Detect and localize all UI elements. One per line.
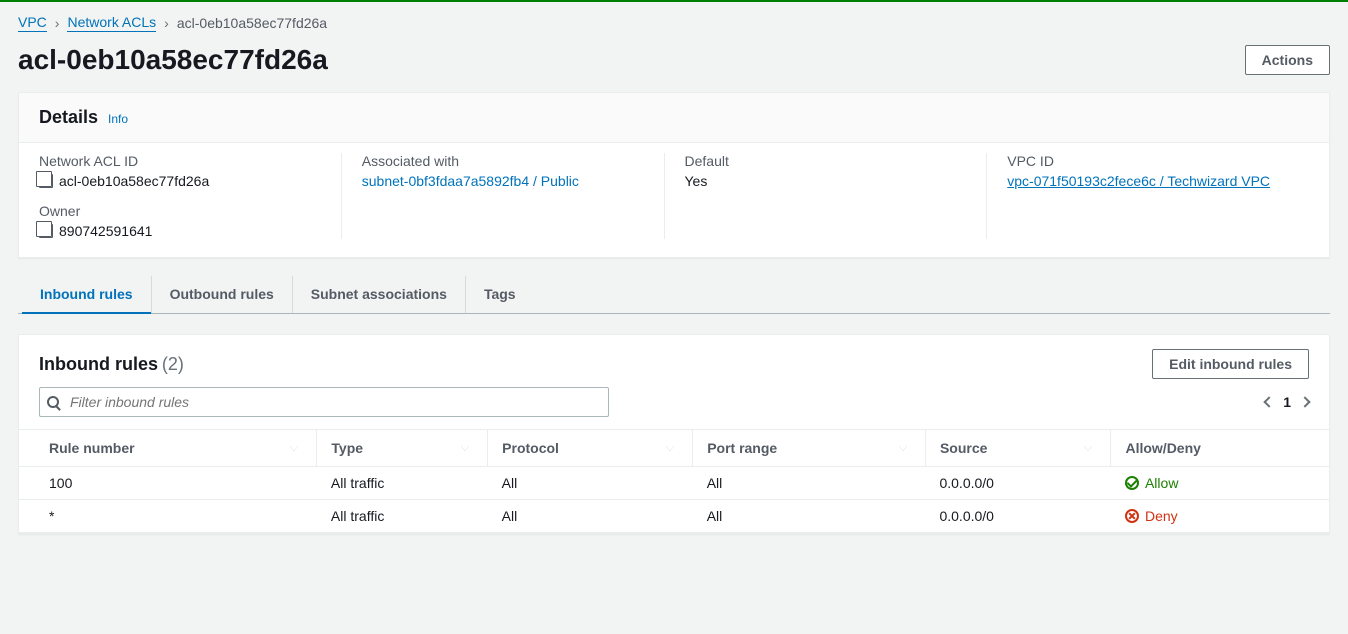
tab-inbound-rules[interactable]: Inbound rules	[22, 276, 151, 314]
table-row[interactable]: * All traffic All All 0.0.0.0/0 Deny	[19, 500, 1329, 533]
title-row: acl-0eb10a58ec77fd26a Actions	[18, 44, 1330, 76]
cell-source: 0.0.0.0/0	[925, 500, 1111, 533]
col-protocol[interactable]: Protocol	[488, 430, 693, 467]
inbound-rules-count: (2)	[162, 354, 184, 374]
vpc-id-label: VPC ID	[1007, 153, 1289, 169]
chevron-right-icon: ›	[55, 15, 60, 31]
allow-deny-label: Deny	[1145, 508, 1178, 524]
sort-icon	[666, 446, 674, 451]
default-value: Yes	[685, 173, 967, 189]
field-vpc-id: VPC ID vpc-071f50193c2fece6c / Techwizar…	[1007, 153, 1289, 189]
sort-icon	[290, 446, 298, 451]
cell-protocol: All	[488, 467, 693, 500]
field-owner: Owner 890742591641	[39, 203, 321, 239]
default-label: Default	[685, 153, 967, 169]
chevron-right-icon: ›	[164, 15, 169, 31]
cell-source: 0.0.0.0/0	[925, 467, 1111, 500]
table-row[interactable]: 100 All traffic All All 0.0.0.0/0 Allow	[19, 467, 1329, 500]
col-port-range[interactable]: Port range	[693, 430, 926, 467]
breadcrumb-current: acl-0eb10a58ec77fd26a	[177, 15, 327, 31]
col-allow-deny[interactable]: Allow/Deny	[1111, 430, 1329, 467]
associated-link[interactable]: subnet-0bf3fdaa7a5892fb4 / Public	[362, 173, 579, 189]
detail-col-3: Default Yes	[664, 153, 987, 239]
details-title: Details	[39, 107, 98, 128]
cell-type: All traffic	[317, 467, 488, 500]
detail-col-4: VPC ID vpc-071f50193c2fece6c / Techwizar…	[986, 153, 1309, 239]
cell-rule-number: 100	[19, 467, 317, 500]
col-type[interactable]: Type	[317, 430, 488, 467]
search-icon	[47, 396, 59, 408]
owner-value: 890742591641	[59, 223, 152, 239]
detail-col-2: Associated with subnet-0bf3fdaa7a5892fb4…	[341, 153, 664, 239]
cell-port-range: All	[693, 467, 926, 500]
detail-col-1: Network ACL ID acl-0eb10a58ec77fd26a Own…	[39, 153, 341, 239]
status-deny: Deny	[1125, 508, 1315, 524]
nacl-id-label: Network ACL ID	[39, 153, 321, 169]
details-panel: Details Info Network ACL ID acl-0eb10a58…	[18, 92, 1330, 258]
tab-subnet-associations[interactable]: Subnet associations	[292, 276, 465, 313]
filter-row: 1	[19, 387, 1329, 429]
edit-inbound-rules-button[interactable]: Edit inbound rules	[1152, 349, 1309, 379]
owner-label: Owner	[39, 203, 321, 219]
next-page-icon[interactable]	[1299, 396, 1310, 407]
cell-rule-number: *	[19, 500, 317, 533]
copy-icon[interactable]	[39, 224, 53, 238]
inbound-rules-actions: Edit inbound rules	[1152, 349, 1309, 379]
info-link[interactable]: Info	[108, 112, 128, 126]
table-header-row: Rule number Type Protocol Port range Sou…	[19, 430, 1329, 467]
cell-allow-deny: Allow	[1111, 467, 1329, 500]
cell-protocol: All	[488, 500, 693, 533]
nacl-id-value-row: acl-0eb10a58ec77fd26a	[39, 173, 321, 189]
pager: 1	[1265, 394, 1309, 410]
breadcrumb-vpc-link[interactable]: VPC	[18, 14, 47, 32]
inbound-rules-table: Rule number Type Protocol Port range Sou…	[19, 429, 1329, 533]
x-circle-icon	[1125, 509, 1139, 523]
allow-deny-label: Allow	[1145, 475, 1178, 491]
sort-icon	[899, 446, 907, 451]
details-body: Network ACL ID acl-0eb10a58ec77fd26a Own…	[19, 143, 1329, 257]
cell-port-range: All	[693, 500, 926, 533]
page-container: VPC › Network ACLs › acl-0eb10a58ec77fd2…	[0, 2, 1348, 546]
breadcrumb-nacls-link[interactable]: Network ACLs	[67, 14, 156, 32]
col-source[interactable]: Source	[925, 430, 1111, 467]
check-circle-icon	[1125, 476, 1139, 490]
owner-value-row: 890742591641	[39, 223, 321, 239]
filter-inbound-rules-input[interactable]	[39, 387, 609, 417]
cell-allow-deny: Deny	[1111, 500, 1329, 533]
nacl-id-value: acl-0eb10a58ec77fd26a	[59, 173, 209, 189]
copy-icon[interactable]	[39, 174, 53, 188]
vpc-id-link[interactable]: vpc-071f50193c2fece6c / Techwizard VPC	[1007, 173, 1270, 189]
page-title: acl-0eb10a58ec77fd26a	[18, 44, 328, 76]
status-allow: Allow	[1125, 475, 1315, 491]
tab-tags[interactable]: Tags	[465, 276, 534, 313]
field-default: Default Yes	[685, 153, 967, 189]
breadcrumb: VPC › Network ACLs › acl-0eb10a58ec77fd2…	[18, 14, 1330, 32]
associated-label: Associated with	[362, 153, 644, 169]
inbound-rules-header: Inbound rules (2) Edit inbound rules	[19, 335, 1329, 387]
sort-icon	[1084, 446, 1092, 451]
cell-type: All traffic	[317, 500, 488, 533]
inbound-rules-panel: Inbound rules (2) Edit inbound rules 1 R…	[18, 334, 1330, 534]
tabs-row: Inbound rules Outbound rules Subnet asso…	[18, 276, 1330, 314]
details-header: Details Info	[19, 93, 1329, 143]
prev-page-icon[interactable]	[1264, 396, 1275, 407]
field-nacl-id: Network ACL ID acl-0eb10a58ec77fd26a	[39, 153, 321, 189]
inbound-rules-title: Inbound rules	[39, 354, 158, 374]
col-rule-number[interactable]: Rule number	[19, 430, 317, 467]
page-number: 1	[1283, 394, 1291, 410]
sort-icon	[461, 446, 469, 451]
tab-outbound-rules[interactable]: Outbound rules	[151, 276, 292, 313]
search-wrap	[39, 387, 609, 417]
field-associated: Associated with subnet-0bf3fdaa7a5892fb4…	[362, 153, 644, 189]
actions-button[interactable]: Actions	[1245, 45, 1330, 75]
